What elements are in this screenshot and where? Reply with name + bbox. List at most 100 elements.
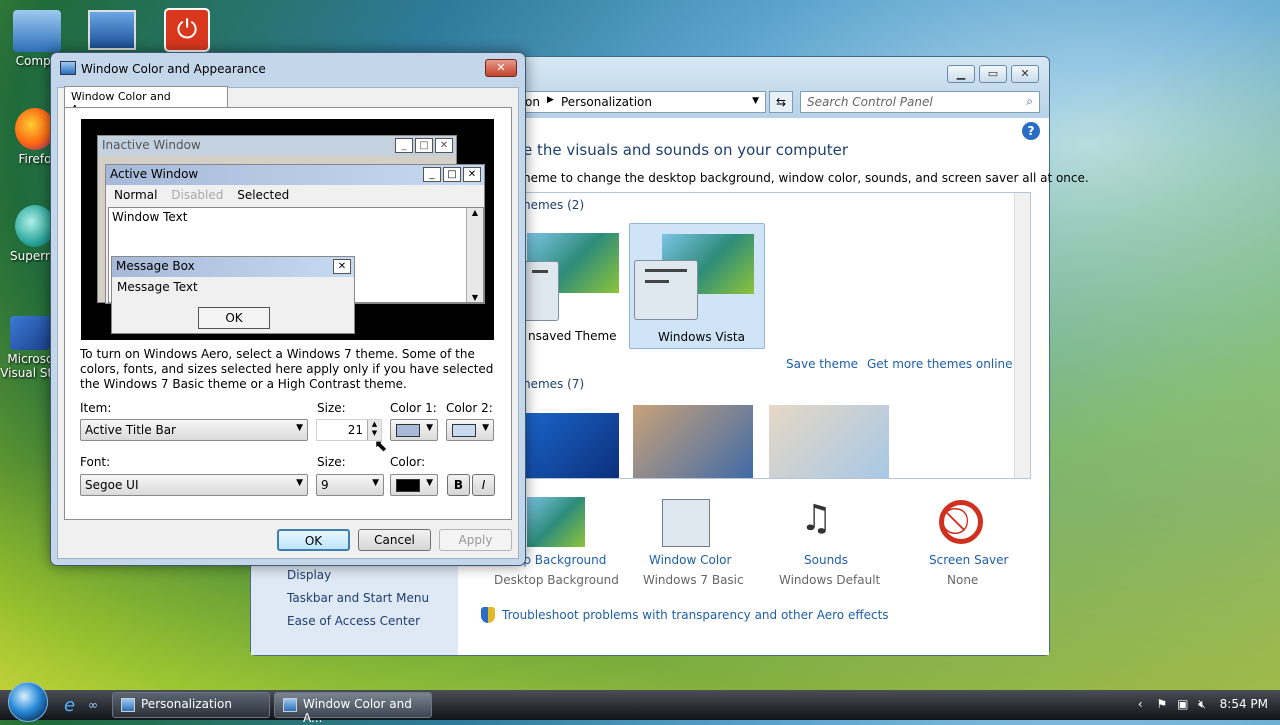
font-color-picker[interactable]: ▼ [390, 474, 438, 496]
desktop-background-value: Desktop Background [494, 573, 619, 587]
sounds-icon[interactable]: ♫ [800, 498, 832, 539]
tab-window-color[interactable]: Window Color and Appearance [64, 86, 228, 116]
preview-menu-bar: Normal Disabled Selected [106, 185, 484, 205]
size-input[interactable]: 21 ▲ ▼ [316, 419, 382, 441]
menu-normal: Normal [114, 188, 158, 202]
minimize-button[interactable]: ▁ [947, 65, 975, 83]
message-box-title: Message Box [116, 259, 195, 273]
breadcrumb-personalization[interactable]: Personalization [561, 95, 652, 109]
active-window-title: Active Window [110, 167, 199, 181]
control-panel-icon [121, 698, 135, 712]
help-icon[interactable]: ? [1022, 122, 1040, 140]
maximize-button[interactable]: ▭ [979, 65, 1007, 83]
chevron-down-icon[interactable]: ▼ [752, 96, 759, 106]
switch-windows-icon[interactable]: ∞ [88, 698, 98, 712]
menu-selected: Selected [237, 188, 290, 202]
color2-picker[interactable]: ▼ [446, 419, 494, 441]
chevron-down-icon: ▼ [372, 478, 379, 488]
network-icon[interactable]: ▣ [1177, 697, 1188, 711]
color1-picker[interactable]: ▼ [390, 419, 438, 441]
item-select[interactable]: Active Title Bar ▼ [80, 419, 308, 441]
ok-button[interactable]: OK [277, 529, 350, 551]
windows-vista-theme[interactable]: Windows Vista [629, 223, 765, 349]
volume-muted-icon[interactable]: 🔇︎ [1198, 697, 1206, 711]
see-also-taskbar[interactable]: Taskbar and Start Menu [287, 591, 429, 605]
my-themes-header: hemes (2) [523, 198, 585, 212]
dialog-title: Window Color and Appearance [81, 62, 266, 76]
chevron-down-icon: ▼ [482, 423, 489, 433]
chevron-down-icon: ▼ [296, 478, 303, 488]
font-size-select[interactable]: 9 ▼ [316, 474, 384, 496]
troubleshoot-link[interactable]: Troubleshoot problems with transparency … [502, 608, 889, 622]
unsaved-theme-window-preview [521, 261, 559, 321]
font-select[interactable]: Segoe UI ▼ [80, 474, 308, 496]
close-button[interactable]: ✕ [1011, 65, 1039, 83]
characters-theme-thumbnail[interactable] [769, 405, 889, 478]
sounds-value: Windows Default [779, 573, 881, 587]
save-theme-link[interactable]: Save theme [786, 357, 858, 371]
color1-label: Color 1: [390, 401, 437, 415]
preview-scrollbar: ▲ ▼ [466, 208, 483, 302]
clock[interactable]: 8:54 PM [1220, 697, 1268, 711]
window-text: Window Text [112, 210, 188, 224]
visual-studio-icon [10, 316, 50, 350]
preview-message-box: Message Box ✕ Message Text OK [111, 256, 355, 334]
mouse-cursor-icon: ⬉ [374, 436, 388, 455]
get-more-themes-link[interactable]: Get more themes online [867, 357, 1013, 371]
themes-list[interactable]: hemes (2) nsaved Theme Windows Vista Sav… [500, 192, 1031, 479]
flag-icon[interactable]: ⚑ [1156, 697, 1167, 711]
desktop-background-icon[interactable] [527, 497, 585, 547]
screen-saver-icon[interactable]: ⃠ [939, 500, 983, 544]
internet-explorer-icon[interactable]: e [64, 695, 75, 716]
task-personalization[interactable]: Personalization [112, 692, 270, 718]
screen-saver-link[interactable]: Screen Saver [929, 553, 1008, 567]
color1-swatch [396, 424, 420, 437]
appearance-preview[interactable]: Inactive Window _ □ ✕ Active Window _ □ ✕ No… [81, 119, 494, 340]
close-icon: ✕ [333, 259, 351, 274]
close-icon: ✕ [435, 138, 453, 153]
apply-button[interactable]: Apply [439, 529, 512, 551]
bold-button[interactable]: B [447, 474, 470, 496]
chevron-left-icon[interactable]: ‹ [1138, 697, 1143, 711]
window-color-value: Windows 7 Basic [643, 573, 744, 587]
windows-vista-label: Windows Vista [658, 330, 745, 344]
aero-info-text: To turn on Windows Aero, select a Window… [80, 347, 494, 391]
page-subheading: heme to change the desktop background, w… [523, 171, 1089, 185]
cancel-button[interactable]: Cancel [358, 529, 431, 551]
system-tray: ‹ ⚑ ▣ 🔇︎ 8:54 PM [1138, 697, 1268, 712]
desktop-shortcut-icon[interactable] [88, 10, 136, 50]
scroll-up-icon: ▲ [471, 208, 479, 217]
task-window-color[interactable]: Window Color and A... [274, 692, 432, 725]
search-input[interactable]: Search Control Panel ⌕ [800, 91, 1040, 113]
chevron-down-icon: ▼ [296, 423, 303, 433]
see-also-panel [251, 556, 458, 655]
italic-button[interactable]: I [472, 474, 495, 496]
menu-disabled: Disabled [171, 188, 224, 202]
font-color-label: Color: [390, 455, 426, 469]
window-color-icon[interactable] [662, 499, 710, 547]
breadcrumb-partial: on [525, 95, 540, 109]
shield-icon [481, 607, 495, 623]
color2-label: Color 2: [446, 401, 493, 415]
inactive-window-title: Inactive Window [102, 138, 201, 152]
refresh-icon[interactable]: ⇆ [769, 91, 793, 113]
message-text: Message Text [117, 280, 198, 294]
computer-icon [13, 10, 61, 52]
message-box-ok: OK [198, 307, 270, 329]
search-icon[interactable]: ⌕ [1026, 94, 1033, 109]
unsaved-theme-label: nsaved Theme [528, 329, 617, 343]
windows7-theme-thumbnail[interactable] [525, 413, 619, 478]
dialog-app-icon [60, 61, 76, 75]
power-shortcut-icon[interactable]: ⏻ [164, 8, 210, 52]
architecture-theme-thumbnail[interactable] [633, 405, 753, 478]
see-also-ease-of-access[interactable]: Ease of Access Center [287, 614, 420, 628]
see-also-display[interactable]: Display [287, 568, 331, 582]
desktop-background-link[interactable]: op Background [516, 553, 606, 567]
scroll-down-icon: ▼ [471, 293, 479, 302]
themes-scrollbar[interactable] [1014, 193, 1030, 478]
dialog-close-button[interactable]: ✕ [485, 59, 517, 77]
window-color-link[interactable]: Window Color [649, 553, 731, 567]
page-heading: e the visuals and sounds on your compute… [523, 141, 849, 159]
sounds-link[interactable]: Sounds [804, 553, 848, 567]
start-button[interactable] [8, 682, 48, 722]
